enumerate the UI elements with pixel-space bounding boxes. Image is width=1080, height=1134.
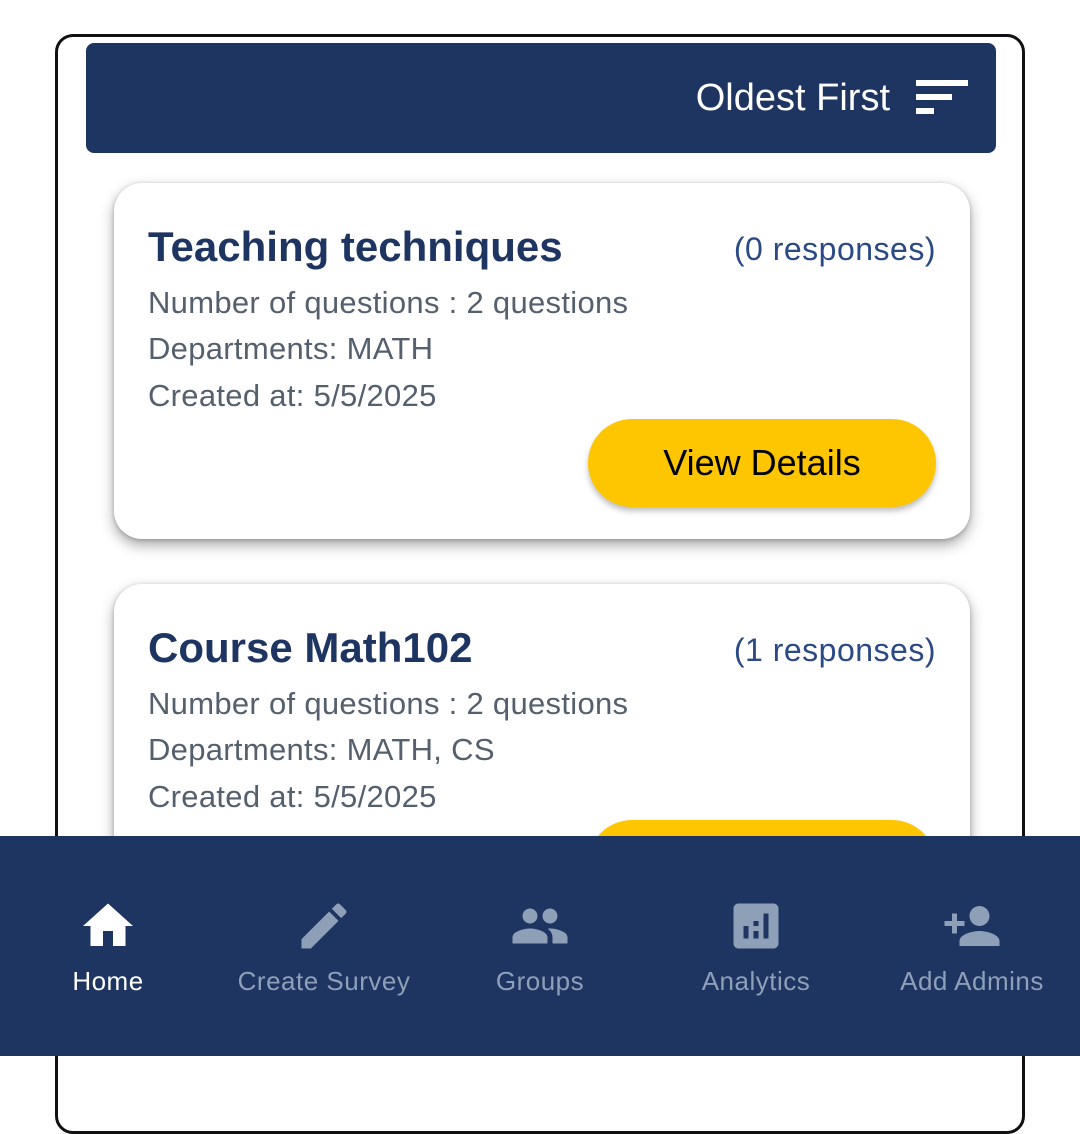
bottom-navigation: Home Create Survey Groups Analytics Add …	[0, 836, 1080, 1056]
sort-icon[interactable]	[916, 80, 968, 116]
view-details-button[interactable]: View Details	[588, 419, 936, 507]
survey-title: Teaching techniques	[148, 223, 563, 270]
question-count: Number of questions : 2 questions	[148, 285, 629, 320]
nav-add-admins[interactable]: Add Admins	[864, 896, 1080, 997]
nav-create-survey[interactable]: Create Survey	[216, 896, 432, 997]
sort-label[interactable]: Oldest First	[696, 77, 890, 120]
groups-icon	[512, 908, 568, 944]
nav-analytics[interactable]: Analytics	[648, 896, 864, 997]
question-count: Number of questions : 2 questions	[148, 686, 629, 721]
departments: Departments: MATH	[148, 331, 434, 366]
nav-home[interactable]: Home	[0, 896, 216, 997]
home-icon	[83, 903, 133, 946]
survey-title: Course Math102	[148, 624, 473, 671]
response-count: (1 responses)	[733, 632, 936, 668]
created-date: Created at: 5/5/2025	[148, 779, 437, 814]
response-count: (0 responses)	[733, 231, 936, 267]
pencil-icon	[301, 903, 347, 949]
created-date: Created at: 5/5/2025	[148, 378, 437, 413]
survey-card: Teaching techniques (0 responses) Number…	[114, 183, 970, 539]
nav-groups[interactable]: Groups	[432, 896, 648, 997]
sort-bar[interactable]: Oldest First	[86, 43, 996, 153]
add-person-icon	[944, 906, 1000, 946]
nav-label: Groups	[495, 966, 585, 996]
nav-label: Home	[72, 966, 144, 996]
nav-label: Create Survey	[237, 966, 411, 996]
nav-label: Add Admins	[900, 966, 1044, 996]
departments: Departments: MATH, CS	[148, 732, 495, 767]
nav-label: Analytics	[701, 966, 811, 996]
analytics-icon	[733, 903, 779, 949]
